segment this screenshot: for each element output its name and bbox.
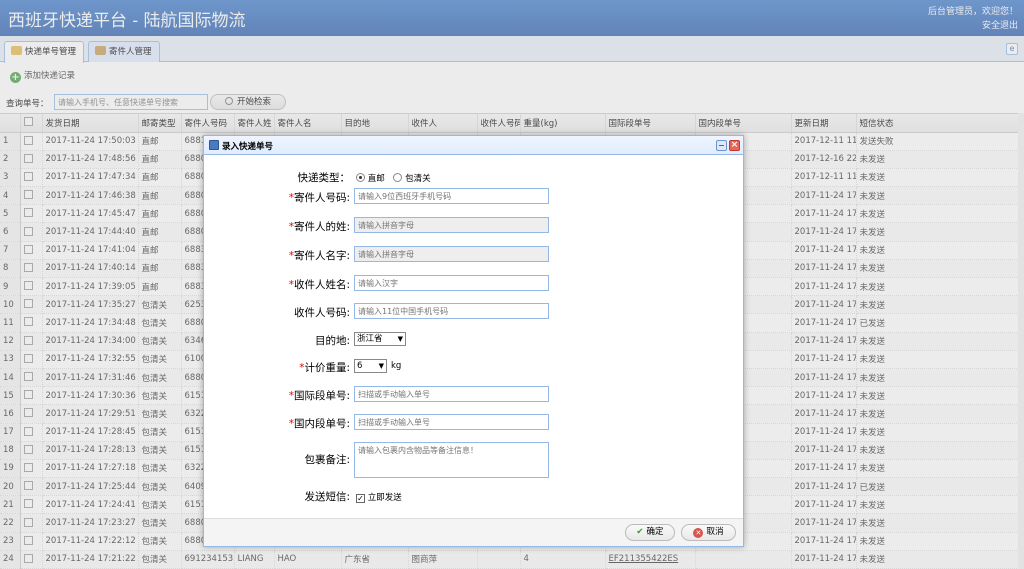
close-icon[interactable]: × xyxy=(729,140,740,151)
recv-phone-label: 收件人号码: xyxy=(293,307,350,319)
sms-checkbox[interactable]: ✓ xyxy=(356,494,365,503)
weight-value: 6 xyxy=(357,361,363,371)
sender-last-input[interactable] xyxy=(354,217,549,233)
chevron-down-icon: ▼ xyxy=(397,335,403,343)
note-textarea[interactable] xyxy=(354,442,549,478)
form-icon xyxy=(209,140,219,150)
chevron-down-icon: ▼ xyxy=(378,362,384,370)
radio-customs-label: 包清关 xyxy=(405,174,431,184)
dest-row: 目的地: 浙江省 ▼ xyxy=(204,331,745,349)
weight-row: *计价重量: 6 ▼ kg xyxy=(204,358,745,376)
recv-name-input[interactable] xyxy=(354,275,549,291)
weight-unit: kg xyxy=(391,361,402,371)
dialog-footer: ✔ 确定 ✕ 取消 xyxy=(204,518,743,546)
sms-checkbox-label: 立即发送 xyxy=(367,493,402,503)
weight-label: *计价重量: xyxy=(299,362,350,374)
dom-input[interactable] xyxy=(354,414,549,430)
radio-customs[interactable] xyxy=(393,173,403,182)
dest-select[interactable]: 浙江省 ▼ xyxy=(354,332,406,346)
sender-first-input[interactable] xyxy=(354,246,549,262)
dialog-header: 录入快递单号 × xyxy=(204,136,743,155)
sender-phone-label: *寄件人号码: xyxy=(288,192,350,204)
cancel-button[interactable]: ✕ 取消 xyxy=(681,524,736,541)
ok-label: 确定 xyxy=(646,527,664,537)
entry-dialog: 录入快递单号 × 快递类型： 直邮 包清关 *寄件人号码: *寄件人的姓: *寄… xyxy=(203,135,744,547)
type-row: 快递类型： 直邮 包清关 xyxy=(204,169,745,187)
recv-phone-input[interactable] xyxy=(354,303,549,319)
recv-name-label: *收件人姓名: xyxy=(288,279,350,291)
cancel-label: 取消 xyxy=(706,527,724,537)
recv-name-row: *收件人姓名: xyxy=(204,275,745,293)
intl-label: *国际段单号: xyxy=(288,390,350,402)
dom-row: *国内段单号: xyxy=(204,414,745,432)
sms-label: 发送短信: xyxy=(304,491,350,503)
note-row: 包裹备注: xyxy=(204,442,745,478)
dest-label: 目的地: xyxy=(314,335,350,347)
intl-input[interactable] xyxy=(354,386,549,402)
intl-row: *国际段单号: xyxy=(204,386,745,404)
note-label: 包裹备注: xyxy=(304,454,350,466)
dialog-title: 录入快递单号 xyxy=(222,142,274,152)
sender-phone-row: *寄件人号码: xyxy=(204,188,745,206)
cancel-icon: ✕ xyxy=(693,528,704,538)
recv-phone-row: 收件人号码: xyxy=(204,303,745,321)
radio-direct-label: 直邮 xyxy=(367,174,385,184)
sender-first-row: *寄件人名字: xyxy=(204,246,745,264)
dom-label: *国内段单号: xyxy=(288,418,350,430)
sender-last-row: *寄件人的姓: xyxy=(204,217,745,235)
radio-direct[interactable] xyxy=(356,173,365,182)
weight-select[interactable]: 6 ▼ xyxy=(354,359,387,373)
sms-row: 发送短信: ✓ 立即发送 xyxy=(204,488,745,506)
minimize-icon[interactable] xyxy=(716,140,727,151)
sender-first-label: *寄件人名字: xyxy=(288,250,350,262)
sender-phone-input[interactable] xyxy=(354,188,549,204)
dest-value: 浙江省 xyxy=(357,334,383,344)
sender-last-label: *寄件人的姓: xyxy=(288,221,350,233)
check-icon: ✔ xyxy=(636,527,644,537)
ok-button[interactable]: ✔ 确定 xyxy=(625,524,675,541)
type-label: 快递类型： xyxy=(297,172,351,184)
